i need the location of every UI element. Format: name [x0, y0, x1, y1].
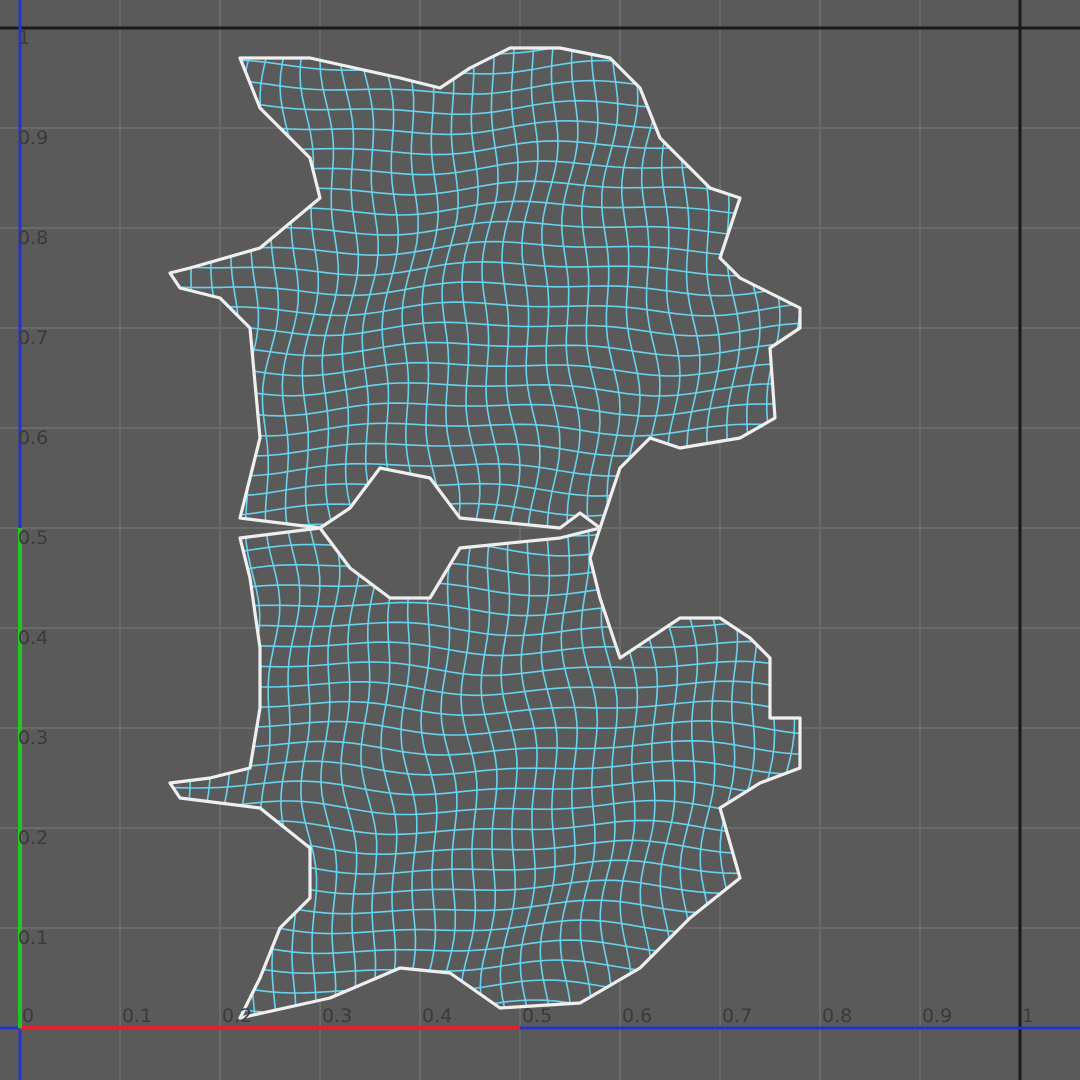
v-tick-label: 1 — [18, 27, 30, 49]
v-tick-label: 0.1 — [18, 927, 48, 949]
v-tick-label: 0.7 — [18, 327, 48, 349]
v-tick-label: 0.4 — [18, 627, 48, 649]
u-tick-label: 0.7 — [722, 1005, 752, 1027]
v-tick-label: 0.5 — [18, 527, 48, 549]
u-tick-label: 1 — [1022, 1005, 1034, 1027]
u-tick-label: 0 — [22, 1005, 34, 1027]
v-tick-label: 0.9 — [18, 127, 48, 149]
u-tick-label: 0.3 — [322, 1005, 352, 1027]
v-tick-label: 0.2 — [18, 827, 48, 849]
v-tick-label: 0.3 — [18, 727, 48, 749]
u-tick-label: 0.6 — [622, 1005, 652, 1027]
u-tick-label: 0.9 — [922, 1005, 952, 1027]
u-tick-label: 0.4 — [422, 1005, 452, 1027]
v-tick-label: 0.8 — [18, 227, 48, 249]
u-tick-label: 0.2 — [222, 1005, 252, 1027]
uv-viewport[interactable]: 0 0.1 0.2 0.3 0.4 0.5 0.6 0.7 0.8 0.9 1 0.1 0.2 0.3 0.… — [0, 0, 1080, 1080]
v-tick-label: 0.6 — [18, 427, 48, 449]
u-tick-label: 0.5 — [522, 1005, 552, 1027]
u-tick-label: 0.1 — [122, 1005, 152, 1027]
uv-texture-editor[interactable]: 0 0.1 0.2 0.3 0.4 0.5 0.6 0.7 0.8 0.9 1 0.1 0.2 0.3 0.… — [0, 0, 1080, 1080]
u-tick-label: 0.8 — [822, 1005, 852, 1027]
